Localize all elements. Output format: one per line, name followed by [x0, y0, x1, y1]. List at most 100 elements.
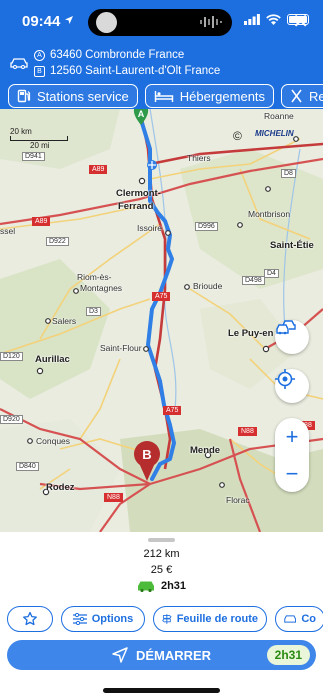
audio-wave-icon — [200, 16, 222, 28]
map-label: Aurillac — [35, 354, 70, 365]
traffic-button[interactable] — [275, 320, 309, 354]
cellular-signal-icon — [244, 14, 260, 25]
map-label: Salers — [52, 316, 77, 326]
map-label: Montagnes — [80, 283, 123, 293]
michelin-logo: MICHELIN — [255, 129, 294, 138]
road-shield: A89 — [89, 165, 108, 174]
road-shield: D8 — [281, 169, 296, 178]
map-label: Rodez — [46, 482, 75, 493]
chip-label: Hébergements — [179, 88, 266, 104]
zoom-controls: + − — [275, 418, 309, 492]
route-sheet: 212 km 25 € 2h31 Options Feuille de rout… — [0, 532, 323, 700]
map-label: Clermont- — [116, 188, 161, 199]
map-label: Roanne — [264, 111, 294, 121]
options-button[interactable]: Options — [61, 606, 145, 632]
map-label: Riom-ès- — [77, 272, 112, 282]
map-label: Le Puy-en — [228, 328, 274, 339]
locate-me-button[interactable] — [275, 369, 309, 403]
map-label: Saint-Flour — [100, 343, 142, 353]
road-shield: N88 — [104, 493, 123, 502]
map-label: Mende — [190, 445, 221, 456]
chip-fuel-stations[interactable]: Stations service — [8, 84, 138, 108]
wifi-icon — [266, 14, 281, 25]
map-label: Thiers — [187, 153, 211, 163]
close-button[interactable]: ✕ — [292, 12, 309, 32]
roadbook-button[interactable]: Feuille de route — [153, 606, 267, 632]
road-shield: D3 — [86, 307, 101, 316]
start-label: DÉMARRER — [135, 647, 212, 663]
location-arrow-icon — [65, 16, 73, 24]
poi-chips: Stations service Hébergements Re — [8, 84, 323, 108]
road-shield: A75 — [152, 292, 171, 301]
restaurant-icon — [291, 89, 302, 103]
route-cost: 25 € — [150, 564, 173, 576]
car-outline-icon — [284, 615, 297, 623]
end-marker-label: B — [142, 447, 151, 462]
route-summary[interactable]: A 63460 Combronde France B 12560 Saint-L… — [0, 45, 323, 83]
copyright-icon[interactable]: © — [233, 129, 242, 143]
more-action-label: Co — [301, 613, 316, 625]
options-label: Options — [91, 613, 134, 625]
signpost-icon — [162, 614, 172, 624]
car-icon — [10, 58, 28, 69]
map-label: Conques — [36, 436, 71, 446]
route-map[interactable]: A B 20 km 20 mi © MICHELIN Roanne Thiers… — [0, 109, 323, 532]
map-label: Brioude — [193, 281, 223, 291]
start-navigation-button[interactable]: DÉMARRER 2h31 — [7, 640, 316, 670]
road-shield: D922 — [46, 237, 69, 246]
destination-badge: B — [34, 65, 45, 77]
map-label: Saint-Étie — [270, 240, 314, 251]
road-shield: A89 — [32, 217, 51, 226]
favorite-button[interactable] — [7, 606, 53, 632]
origin-badge: A — [34, 49, 45, 61]
star-icon — [23, 611, 37, 626]
airport-icon — [147, 160, 157, 170]
road-shield: D4 — [264, 269, 279, 278]
road-shield: D840 — [16, 462, 39, 471]
map-scale: 20 km 20 mi — [10, 127, 80, 150]
route-stats: 212 km 25 € 2h31 — [0, 546, 323, 594]
fuel-pump-icon — [17, 89, 31, 103]
chip-accommodation[interactable]: Hébergements — [144, 84, 275, 108]
status-bar: 09:44 — [0, 0, 323, 42]
route-duration-row: 2h31 — [137, 578, 186, 594]
map-label: ssel — [0, 226, 16, 236]
origin-row: A 63460 Combronde France — [34, 49, 184, 61]
route-distance: 212 km — [143, 548, 180, 560]
roadbook-label: Feuille de route — [176, 613, 258, 625]
sliders-icon — [72, 613, 87, 625]
bed-icon — [154, 90, 173, 102]
destination-address: 12560 Saint-Laurent-d'Olt France — [50, 65, 221, 77]
chip-label: Stations service — [37, 88, 129, 104]
status-time: 09:44 — [22, 13, 61, 30]
scale-km: 20 km — [10, 127, 32, 136]
road-shield: D996 — [195, 222, 218, 231]
zoom-out-button[interactable]: − — [275, 455, 309, 492]
road-shield: A75 — [163, 406, 182, 415]
sheet-handle[interactable] — [148, 538, 175, 542]
road-shield: D941 — [22, 152, 45, 161]
start-marker[interactable]: A — [133, 109, 149, 125]
green-car-icon — [137, 581, 154, 592]
crosshair-icon — [275, 369, 295, 389]
navigation-arrow-icon — [112, 647, 128, 663]
road-shield: D120 — [0, 352, 23, 361]
zoom-in-button[interactable]: + — [275, 418, 309, 455]
chip-restaurants[interactable]: Re — [281, 84, 323, 108]
map-label: Florac — [226, 495, 250, 505]
map-label: Issoire — [137, 223, 163, 233]
dynamic-island[interactable] — [88, 9, 232, 36]
route-duration: 2h31 — [160, 580, 187, 592]
more-action-button[interactable]: Co — [275, 606, 323, 632]
scale-mi: 20 mi — [30, 141, 50, 150]
map-label: Montbrison — [248, 209, 291, 219]
chip-label: Re — [309, 88, 323, 104]
road-shield: D498 — [242, 276, 265, 285]
cars-icon — [276, 320, 296, 335]
start-duration-badge: 2h31 — [266, 645, 310, 665]
home-indicator[interactable] — [103, 688, 220, 693]
avatar — [96, 12, 117, 33]
destination-row: B 12560 Saint-Laurent-d'Olt France — [34, 65, 220, 77]
road-shield: D920 — [0, 415, 23, 424]
origin-address: 63460 Combronde France — [50, 49, 185, 61]
